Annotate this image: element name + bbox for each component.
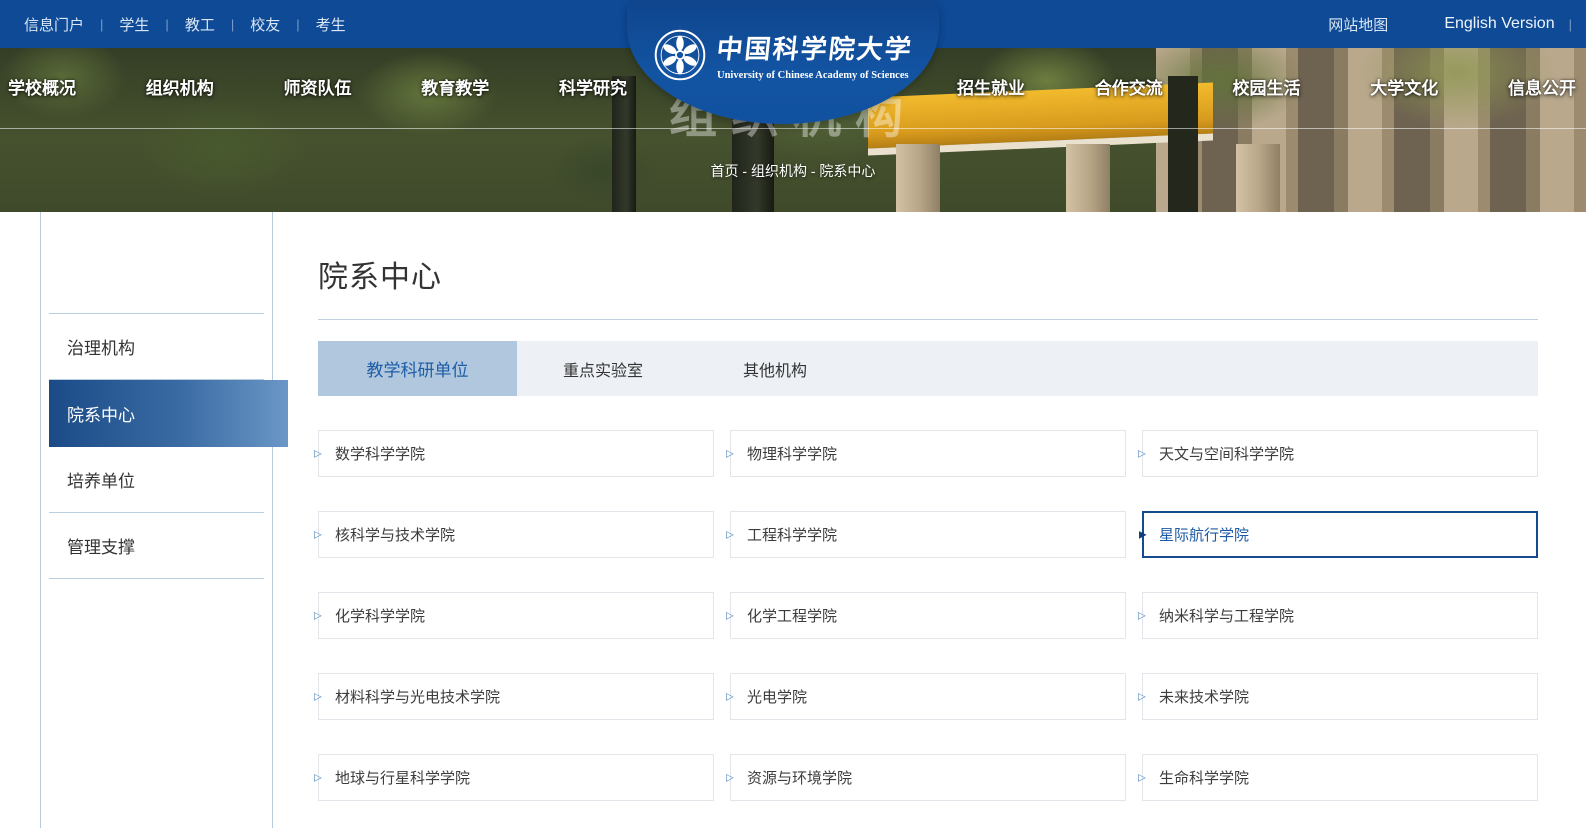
department-label: 未来技术学院	[1159, 686, 1249, 707]
department-card[interactable]: ▷资源与环境学院	[730, 754, 1126, 801]
department-card[interactable]: ▷化学工程学院	[730, 592, 1126, 639]
department-label: 生命科学学院	[1159, 767, 1249, 788]
chevron-right-icon: ▷	[1138, 448, 1146, 459]
topbar-utility-links: 网站地图 English Version |	[1272, 14, 1572, 35]
chevron-right-filled-icon: ▶	[1139, 529, 1147, 540]
tab-bar: 教学科研单位 重点实验室 其他机构	[318, 341, 1538, 396]
breadcrumb[interactable]: 首页 - 组织机构 - 院系中心	[0, 161, 1586, 181]
department-card[interactable]: ▷纳米科学与工程学院	[1142, 592, 1538, 639]
chevron-right-icon: ▷	[726, 772, 734, 783]
department-card[interactable]: ▷地球与行星科学学院	[318, 754, 714, 801]
topbar-link-portal[interactable]: 信息门户	[24, 14, 84, 35]
department-label: 材料科学与光电技术学院	[335, 686, 500, 707]
ucas-logo-text: 中国科学院大学 University of Chinese Academy of…	[717, 29, 913, 81]
department-label: 资源与环境学院	[747, 767, 852, 788]
chevron-right-icon: ▷	[726, 691, 734, 702]
chevron-right-icon: ▷	[726, 610, 734, 621]
tab-teaching-research-units-active[interactable]: 教学科研单位	[318, 341, 517, 396]
department-label: 核科学与技术学院	[335, 524, 455, 545]
chevron-right-icon: ▷	[1138, 772, 1146, 783]
main-panel: 院系中心 教学科研单位 重点实验室 其他机构 ▷数学科学学院 ▷物理科学学院 ▷…	[318, 212, 1538, 828]
separator: |	[231, 17, 234, 32]
department-label: 化学科学学院	[335, 605, 425, 626]
department-card[interactable]: ▷化学科学学院	[318, 592, 714, 639]
main-nav-right: 招生就业 合作交流 校园生活 大学文化 信息公开	[957, 74, 1576, 99]
separator: |	[100, 17, 103, 32]
university-name-cn: 中国科学院大学	[715, 29, 915, 66]
topbar-link-students[interactable]: 学生	[119, 14, 149, 35]
department-card[interactable]: ▷核科学与技术学院	[318, 511, 714, 558]
department-card[interactable]: ▷生命科学学院	[1142, 754, 1538, 801]
sitemap-link[interactable]: 网站地图	[1328, 14, 1388, 35]
department-grid: ▷数学科学学院 ▷物理科学学院 ▷天文与空间科学学院 ▷核科学与技术学院 ▷工程…	[318, 430, 1538, 801]
separator: |	[165, 17, 168, 32]
nav-campus-life[interactable]: 校园生活	[1233, 74, 1301, 99]
department-card[interactable]: ▷光电学院	[730, 673, 1126, 720]
nav-school-overview[interactable]: 学校概况	[8, 74, 76, 99]
ucas-emblem-icon	[653, 28, 707, 82]
nav-education[interactable]: 教育教学	[421, 74, 489, 99]
sidebar-item-governance[interactable]: 治理机构	[49, 314, 264, 380]
chevron-right-icon: ▷	[1138, 610, 1146, 621]
department-card[interactable]: ▷未来技术学院	[1142, 673, 1538, 720]
department-label: 天文与空间科学学院	[1159, 443, 1294, 464]
title-divider	[318, 319, 1538, 320]
nav-faculty[interactable]: 师资队伍	[284, 74, 352, 99]
university-name-en: University of Chinese Academy of Science…	[717, 70, 913, 81]
sidebar-item-training-units[interactable]: 培养单位	[49, 447, 264, 513]
page-title: 院系中心	[318, 252, 1538, 296]
separator: |	[1569, 17, 1572, 32]
sidebar-item-management-support[interactable]: 管理支撑	[49, 513, 264, 579]
nav-cooperation[interactable]: 合作交流	[1095, 74, 1163, 99]
tab-other-institutions[interactable]: 其他机构	[689, 341, 861, 396]
department-card[interactable]: ▷数学科学学院	[318, 430, 714, 477]
department-card[interactable]: ▷材料科学与光电技术学院	[318, 673, 714, 720]
nav-info-disclosure[interactable]: 信息公开	[1508, 74, 1576, 99]
department-label: 数学科学学院	[335, 443, 425, 464]
sidebar: 治理机构 院系中心 培养单位 管理支撑	[40, 212, 273, 828]
sidebar-menu: 治理机构 院系中心 培养单位 管理支撑	[49, 313, 264, 579]
main-nav-left: 学校概况 组织机构 师资队伍 教育教学 科学研究	[8, 74, 627, 99]
chevron-right-icon: ▷	[314, 772, 322, 783]
chevron-right-icon: ▷	[314, 448, 322, 459]
tab-key-laboratories[interactable]: 重点实验室	[517, 341, 689, 396]
department-card-highlighted[interactable]: ▶ 星际航行学院	[1142, 511, 1538, 558]
chevron-right-icon: ▷	[726, 448, 734, 459]
chevron-right-icon: ▷	[1138, 691, 1146, 702]
topbar-link-faculty[interactable]: 教工	[185, 14, 215, 35]
department-label: 化学工程学院	[747, 605, 837, 626]
department-label: 纳米科学与工程学院	[1159, 605, 1294, 626]
department-card[interactable]: ▷物理科学学院	[730, 430, 1126, 477]
chevron-right-icon: ▷	[726, 529, 734, 540]
department-label: 工程科学学院	[747, 524, 837, 545]
topbar-quick-links: 信息门户 | 学生 | 教工 | 校友 | 考生	[24, 14, 346, 35]
ucas-page: 信息门户 | 学生 | 教工 | 校友 | 考生 网站地图 English Ve…	[0, 0, 1586, 828]
department-label: 光电学院	[747, 686, 807, 707]
ucas-logo: 中国科学院大学 University of Chinese Academy of…	[653, 28, 913, 82]
department-label: 星际航行学院	[1159, 524, 1249, 545]
department-card[interactable]: ▷天文与空间科学学院	[1142, 430, 1538, 477]
department-label: 地球与行星科学学院	[335, 767, 470, 788]
separator: |	[296, 17, 299, 32]
content-area: 治理机构 院系中心 培养单位 管理支撑 院系中心 教学科研单位 重点实验室 其他…	[0, 212, 1586, 828]
chevron-right-icon: ▷	[314, 529, 322, 540]
department-card[interactable]: ▷工程科学学院	[730, 511, 1126, 558]
chevron-right-icon: ▷	[314, 691, 322, 702]
sidebar-item-schools-active[interactable]: 院系中心	[49, 380, 288, 447]
nav-admissions[interactable]: 招生就业	[957, 74, 1025, 99]
nav-research[interactable]: 科学研究	[559, 74, 627, 99]
department-label: 物理科学学院	[747, 443, 837, 464]
english-version-link[interactable]: English Version	[1444, 15, 1554, 33]
chevron-right-icon: ▷	[314, 610, 322, 621]
nav-culture[interactable]: 大学文化	[1370, 74, 1438, 99]
nav-organization[interactable]: 组织机构	[146, 74, 214, 99]
topbar-link-alumni[interactable]: 校友	[250, 14, 280, 35]
topbar-link-applicants[interactable]: 考生	[316, 14, 346, 35]
